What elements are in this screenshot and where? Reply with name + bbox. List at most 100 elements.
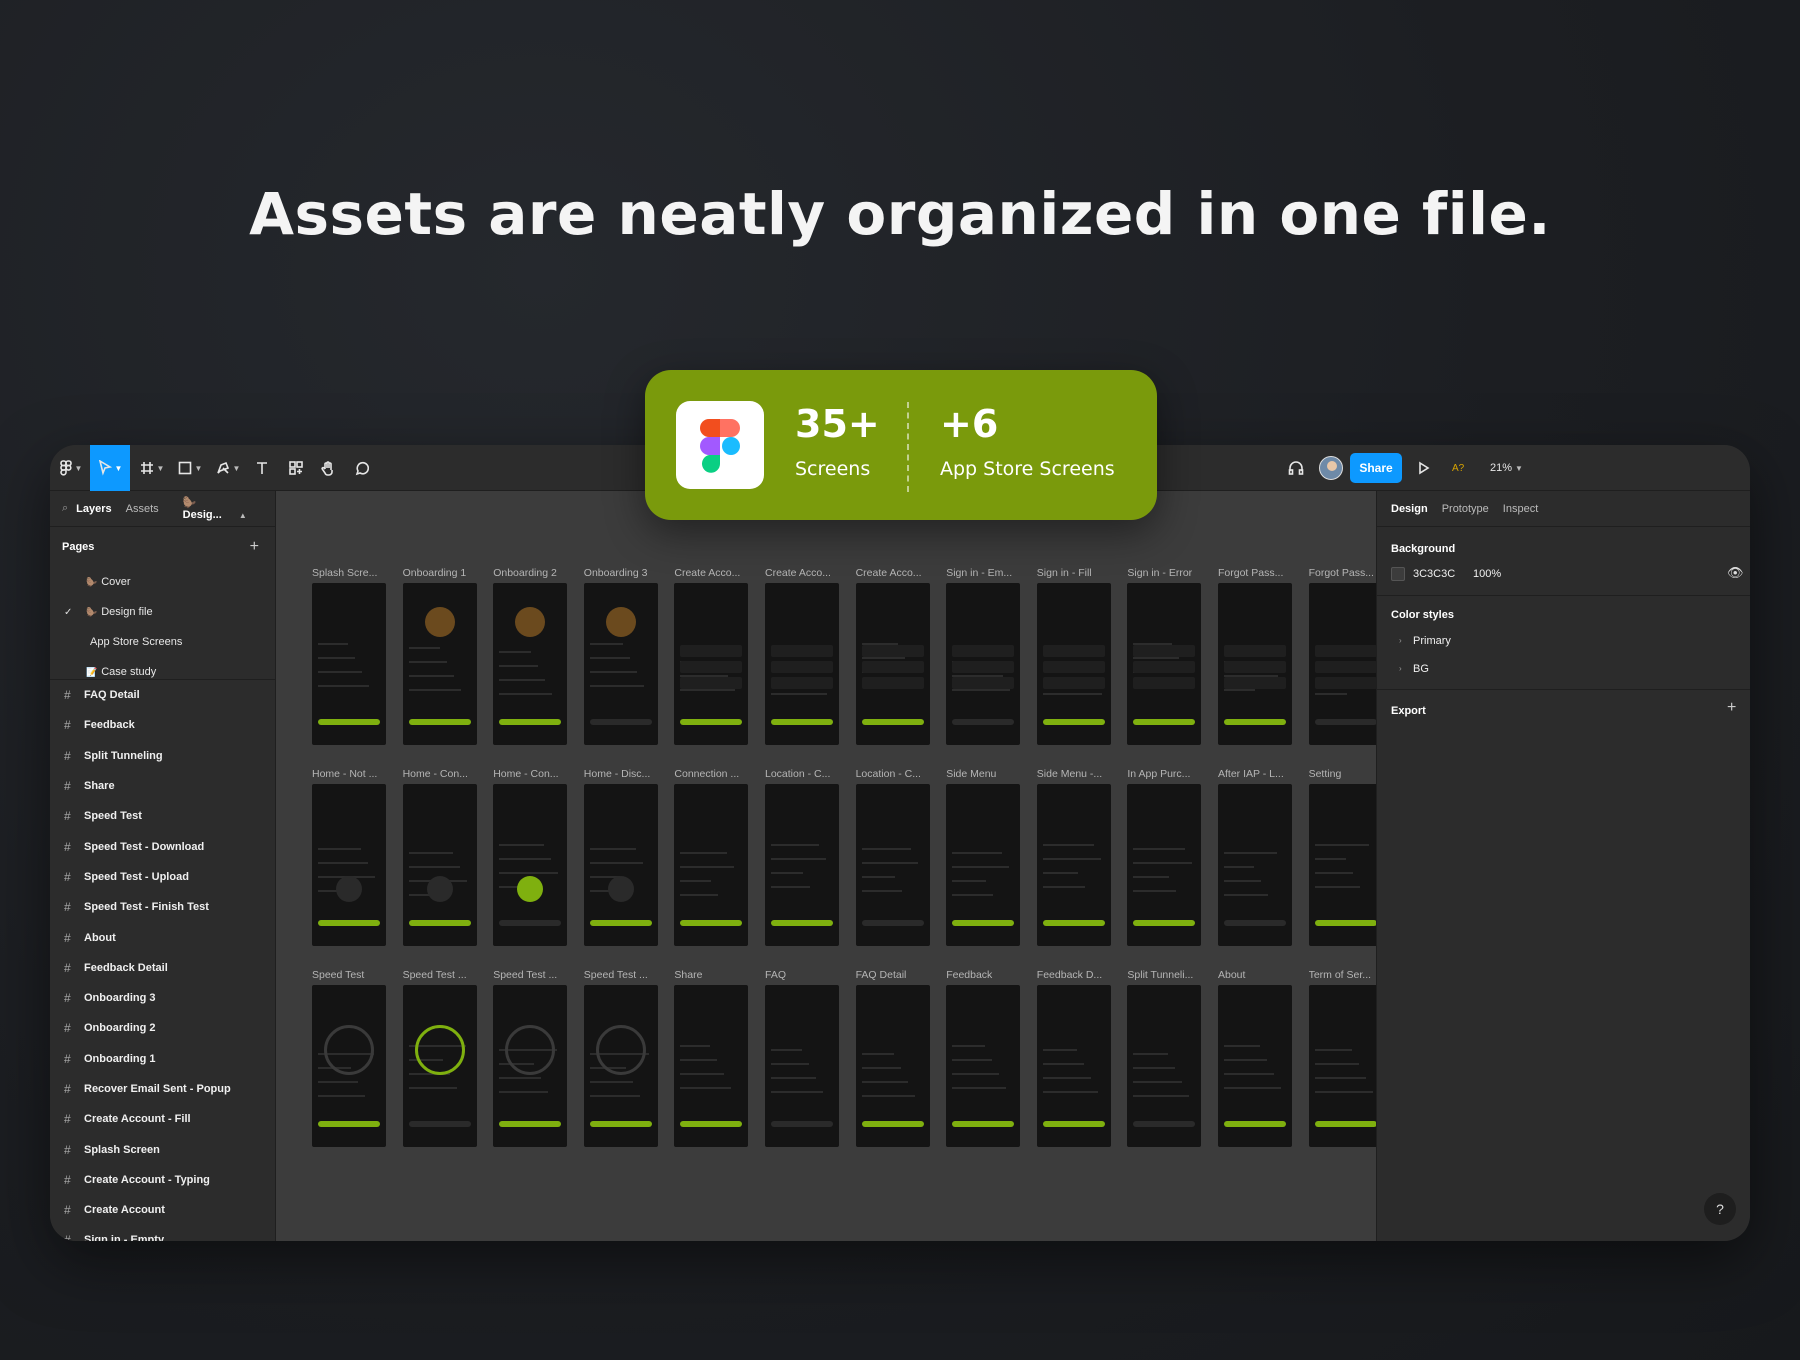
screen-thumbnail[interactable]	[1218, 985, 1292, 1147]
components-icon[interactable]	[284, 445, 308, 491]
frame-label[interactable]: Setting	[1309, 768, 1383, 780]
layer-item[interactable]: # Onboarding 1	[50, 1044, 275, 1074]
screen-thumbnail[interactable]	[1036, 784, 1111, 946]
screen-thumbnail[interactable]	[1218, 583, 1292, 745]
frame-label[interactable]: Speed Test ...	[493, 969, 567, 981]
tab-assets[interactable]: Assets	[126, 503, 159, 515]
frame-label[interactable]: Split Tunneli...	[1127, 969, 1201, 981]
help-button[interactable]: ?	[1704, 1193, 1736, 1225]
screen-thumbnail[interactable]	[946, 985, 1021, 1147]
tab-layers[interactable]: Layers	[76, 503, 111, 515]
layer-item[interactable]: # About	[50, 922, 275, 952]
font-warning-badge[interactable]: A?	[1452, 445, 1464, 491]
screen-thumbnail[interactable]	[312, 784, 386, 946]
layer-item[interactable]: # Onboarding 3	[50, 983, 275, 1013]
layer-item[interactable]: # Speed Test - Download	[50, 831, 275, 861]
frame-label[interactable]: Speed Test	[312, 969, 386, 981]
color-style-primary[interactable]: Primary	[1413, 635, 1451, 647]
frame-label[interactable]: Home - Disc...	[584, 768, 658, 780]
screen-thumbnail[interactable]	[493, 583, 568, 745]
frame-label[interactable]: Speed Test ...	[584, 969, 658, 981]
comment-tool-icon[interactable]	[350, 445, 374, 491]
screen-thumbnail[interactable]	[765, 985, 839, 1147]
frame-label[interactable]: Speed Test ...	[403, 969, 477, 981]
frame-label[interactable]: FAQ	[765, 969, 839, 981]
screen-thumbnail[interactable]	[1127, 583, 1202, 745]
layer-item[interactable]: # Sign in - Empty	[50, 1225, 275, 1241]
screen-thumbnail[interactable]	[674, 784, 749, 946]
screen-thumbnail[interactable]	[493, 784, 568, 946]
layer-item[interactable]: # Feedback	[50, 710, 275, 740]
hand-tool-icon[interactable]	[316, 445, 340, 491]
frame-label[interactable]: Sign in - Fill	[1037, 567, 1111, 579]
frame-label[interactable]: Splash Scre...	[312, 567, 386, 579]
frame-label[interactable]: After IAP - L...	[1218, 768, 1292, 780]
frame-label[interactable]: Location - C...	[765, 768, 839, 780]
frame-label[interactable]: Sign in - Error	[1127, 567, 1201, 579]
frame-label[interactable]: Forgot Pass...	[1218, 567, 1292, 579]
layer-item[interactable]: # Create Account - Fill	[50, 1104, 275, 1134]
text-tool-icon[interactable]	[250, 445, 274, 491]
background-opacity[interactable]: 100%	[1473, 568, 1501, 580]
play-icon[interactable]	[1412, 445, 1436, 491]
page-item[interactable]: 🦫 Cover	[50, 567, 275, 597]
page-item[interactable]: 📝 Case study	[50, 657, 275, 687]
move-tool-icon[interactable]: ▼	[90, 445, 130, 491]
layer-item[interactable]: # Feedback Detail	[50, 953, 275, 983]
layer-item[interactable]: # Recover Email Sent - Popup	[50, 1074, 275, 1104]
screen-thumbnail[interactable]	[1218, 784, 1292, 946]
screen-thumbnail[interactable]	[402, 784, 477, 946]
screen-thumbnail[interactable]	[946, 784, 1021, 946]
frame-label[interactable]: FAQ Detail	[856, 969, 930, 981]
screen-thumbnail[interactable]	[674, 985, 749, 1147]
screen-thumbnail[interactable]	[1127, 784, 1202, 946]
screen-thumbnail[interactable]	[1127, 985, 1202, 1147]
frame-label[interactable]: Term of Ser...	[1309, 969, 1383, 981]
chevron-right-icon[interactable]: ›	[1399, 636, 1402, 645]
pen-tool-icon[interactable]: ▼	[212, 445, 244, 491]
background-hex[interactable]: 3C3C3C	[1413, 568, 1455, 580]
add-page-icon[interactable]: +	[250, 538, 259, 556]
screen-thumbnail[interactable]	[1308, 784, 1383, 946]
frame-label[interactable]: Side Menu -...	[1037, 768, 1111, 780]
figma-menu-icon[interactable]: ▼	[56, 445, 86, 491]
canvas[interactable]: Splash Scre... Onboarding 1 Onboarding 2 On…	[276, 491, 1474, 1241]
screen-thumbnail[interactable]	[855, 985, 930, 1147]
layer-item[interactable]: # Share	[50, 771, 275, 801]
frame-label[interactable]: Home - Con...	[493, 768, 567, 780]
screen-thumbnail[interactable]	[312, 583, 386, 745]
screen-thumbnail[interactable]	[855, 583, 930, 745]
frame-label[interactable]: Create Acco...	[856, 567, 930, 579]
layer-item[interactable]: # Onboarding 2	[50, 1013, 275, 1043]
screen-thumbnail[interactable]	[583, 583, 658, 745]
headphones-icon[interactable]	[1284, 445, 1308, 491]
layer-item[interactable]: # Speed Test	[50, 801, 275, 831]
frame-label[interactable]: Forgot Pass...	[1309, 567, 1383, 579]
frame-label[interactable]: Side Menu	[946, 768, 1020, 780]
eye-icon[interactable]: 👁	[1727, 565, 1744, 581]
color-style-bg[interactable]: BG	[1413, 663, 1429, 675]
search-icon[interactable]: ⌕	[62, 502, 68, 515]
frame-label[interactable]: Sign in - Em...	[946, 567, 1020, 579]
tab-design[interactable]: Design	[1391, 503, 1428, 515]
screen-thumbnail[interactable]	[1308, 985, 1383, 1147]
avatar[interactable]	[1319, 456, 1343, 480]
layer-item[interactable]: # Split Tunneling	[50, 741, 275, 771]
frame-label[interactable]: Create Acco...	[765, 567, 839, 579]
chevron-right-icon[interactable]: ›	[1399, 664, 1402, 673]
screen-thumbnail[interactable]	[493, 985, 568, 1147]
tab-page-switcher[interactable]: 🦫 Desig... ▲	[183, 496, 261, 521]
screen-thumbnail[interactable]	[946, 583, 1021, 745]
tab-prototype[interactable]: Prototype	[1442, 503, 1489, 515]
screen-thumbnail[interactable]	[1036, 583, 1111, 745]
rectangle-tool-icon[interactable]: ▼	[174, 445, 206, 491]
screen-thumbnail[interactable]	[312, 985, 386, 1147]
frame-label[interactable]: Create Acco...	[674, 567, 748, 579]
screen-thumbnail[interactable]	[855, 784, 930, 946]
screen-thumbnail[interactable]	[765, 583, 839, 745]
page-item[interactable]: ✓ 🦫 Design file	[50, 597, 275, 627]
frame-label[interactable]: Home - Con...	[403, 768, 477, 780]
layer-item[interactable]: # Create Account	[50, 1195, 275, 1225]
layer-item[interactable]: # Speed Test - Upload	[50, 862, 275, 892]
add-export-icon[interactable]: +	[1727, 699, 1736, 717]
